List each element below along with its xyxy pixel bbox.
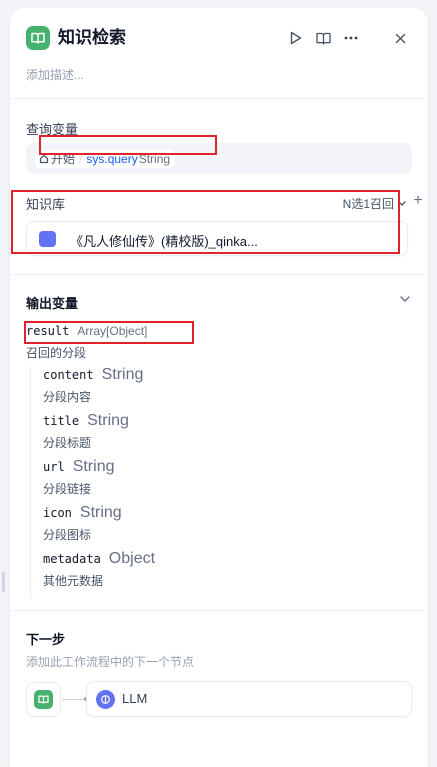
panel-title: 知识检索 (58, 28, 126, 47)
divider (10, 610, 428, 611)
divider (10, 274, 428, 275)
field-description: 分段图标 (43, 528, 92, 542)
field-name: url (43, 460, 65, 474)
tree-line (30, 366, 31, 598)
current-node (26, 682, 61, 717)
field-type: String (87, 412, 129, 429)
field-description: 分段内容 (43, 390, 92, 404)
field-type: String (101, 366, 144, 383)
add-knowledge-button[interactable]: + (410, 192, 426, 210)
more-horizontal-icon (344, 36, 358, 40)
field-description: 其他元数据 (43, 574, 104, 588)
output-field: url String 分段链接 (43, 458, 114, 497)
play-icon (290, 31, 302, 45)
next-node-label: LLM (122, 691, 148, 706)
result-description: 召回的分段 (26, 346, 87, 360)
field-description: 分段标题 (43, 436, 92, 450)
panel-header: 知识检索 (24, 26, 414, 52)
node-connector (62, 697, 88, 701)
close-button[interactable] (390, 28, 410, 48)
book-open-icon (315, 32, 331, 45)
more-options-button[interactable] (341, 28, 361, 48)
annotation-box (24, 321, 194, 344)
field-type: String (79, 504, 122, 521)
output-field: content String 分段内容 (43, 366, 143, 405)
output-field: metadata Object 其他元数据 (43, 550, 155, 589)
output-field: icon String 分段图标 (43, 504, 122, 543)
field-type: Object (108, 550, 156, 567)
next-step-label: 下一步 (26, 632, 66, 647)
field-name: icon (43, 506, 72, 520)
resize-handle[interactable] (2, 572, 5, 592)
next-node-llm[interactable]: LLM (86, 681, 412, 717)
field-name: content (43, 368, 94, 382)
field-type: String (72, 458, 115, 475)
description-input[interactable]: 添加描述... (26, 66, 84, 83)
annotation-box (11, 190, 400, 254)
close-icon (395, 33, 405, 43)
field-description: 分段链接 (43, 482, 92, 496)
knowledge-retrieval-icon (26, 26, 50, 50)
next-step-description: 添加此工作流程中的下一个节点 (26, 655, 195, 669)
knowledge-retrieval-icon (34, 690, 53, 709)
llm-icon (96, 690, 115, 709)
docs-button[interactable] (313, 28, 333, 48)
run-button[interactable] (286, 28, 306, 48)
node-config-panel: 知识检索 添加描述... 查询变量 开始 / sys.query String … (10, 8, 428, 767)
annotation-box (39, 135, 217, 155)
chevron-down-icon[interactable] (398, 292, 412, 306)
field-name: metadata (43, 552, 101, 566)
divider (10, 98, 428, 99)
field-name: title (43, 414, 80, 428)
output-variables-label: 输出变量 (26, 296, 79, 311)
output-field: title String 分段标题 (43, 412, 129, 451)
home-icon (39, 154, 49, 164)
